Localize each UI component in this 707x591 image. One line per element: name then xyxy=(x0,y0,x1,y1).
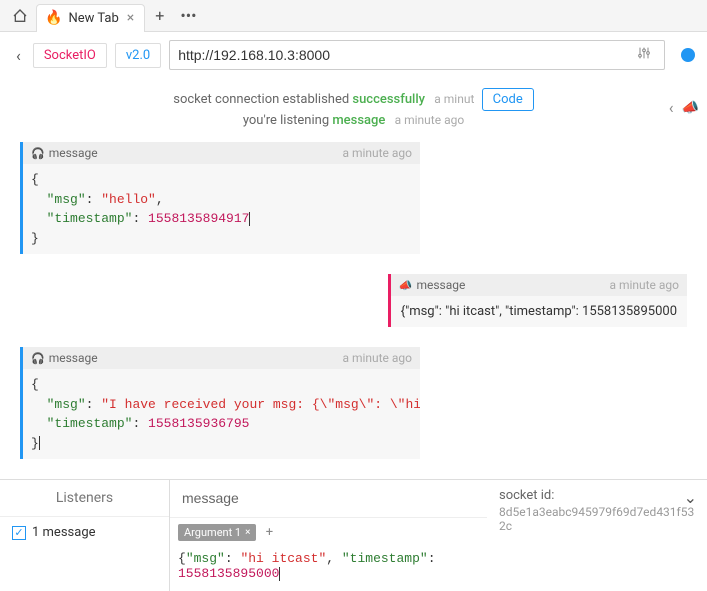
socket-id-value: 8d5e1a3eabc945979f69d7ed431f532c xyxy=(499,505,695,533)
message-label: message xyxy=(416,278,465,292)
message-time: a minute ago xyxy=(342,351,412,365)
protocol-chip[interactable]: SocketIO xyxy=(33,43,107,68)
argument-tab[interactable]: Argument 1 × xyxy=(178,524,256,541)
message-sent: 📣 message a minute ago {"msg": "hi itcas… xyxy=(20,274,687,327)
megaphone-icon: 📣 xyxy=(399,279,413,292)
message-header: 🎧 message a minute ago xyxy=(23,347,420,369)
message-received: 🎧 message a minute ago { "msg": "I have … xyxy=(20,347,687,459)
status-line-connected: socket connection established successful… xyxy=(0,88,707,111)
message-body[interactable]: { "msg": "I have received your msg: {\"m… xyxy=(23,369,420,459)
close-icon[interactable]: × xyxy=(245,527,250,538)
listener-item[interactable]: ✓ 1 message xyxy=(0,517,169,548)
connection-status-dot[interactable] xyxy=(681,48,695,62)
new-tab-button[interactable]: + xyxy=(149,6,170,25)
settings-icon[interactable] xyxy=(632,45,656,65)
status-right-controls: ‹ 📣 xyxy=(669,98,699,117)
status-text: you're listening xyxy=(243,113,333,128)
home-button[interactable] xyxy=(8,4,32,28)
code-button[interactable]: Code xyxy=(482,88,534,111)
chevron-down-icon[interactable]: ⌄ xyxy=(684,488,697,507)
message-header: 📣 message a minute ago xyxy=(391,274,687,296)
checkbox-checked-icon[interactable]: ✓ xyxy=(12,526,26,540)
argument-body[interactable]: {"msg": "hi itcast", "timestamp": 155813… xyxy=(170,547,487,591)
app-toolbar: ‹ SocketIO v2.0 xyxy=(0,32,707,78)
listener-label: 1 message xyxy=(32,525,96,540)
url-input[interactable] xyxy=(178,47,632,63)
status-success: successfully xyxy=(352,92,425,107)
url-bar xyxy=(169,40,665,70)
listeners-column: Listeners ✓ 1 message xyxy=(0,480,170,591)
status-event: message xyxy=(332,113,385,128)
close-icon[interactable]: × xyxy=(125,10,136,26)
fire-icon: 🔥 xyxy=(45,10,62,26)
message-label: message xyxy=(49,351,98,365)
message-list: 🎧 message a minute ago { "msg": "hello",… xyxy=(0,142,707,459)
headphone-icon: 🎧 xyxy=(31,147,45,160)
status-time: a minute ago xyxy=(395,113,465,127)
status-time: a minut xyxy=(434,92,474,106)
browser-tab[interactable]: 🔥 New Tab × xyxy=(36,4,145,32)
message-body[interactable]: { "msg": "hello", "timestamp": 155813589… xyxy=(23,164,420,254)
event-name-input[interactable] xyxy=(182,490,475,506)
status-text: socket connection established xyxy=(173,92,352,107)
megaphone-icon[interactable]: 📣 xyxy=(682,100,699,116)
status-line-listening: you're listening message a minute ago xyxy=(0,113,707,128)
socket-info: socket id: 8d5e1a3eabc945979f69d7ed431f5… xyxy=(487,480,707,591)
listeners-title: Listeners xyxy=(0,480,169,517)
message-time: a minute ago xyxy=(342,146,412,160)
chevron-left-icon[interactable]: ‹ xyxy=(669,98,674,117)
socket-id-label: socket id: xyxy=(499,488,695,503)
status-area: socket connection established successful… xyxy=(0,78,707,142)
back-button[interactable]: ‹ xyxy=(12,46,25,65)
message-header: 🎧 message a minute ago xyxy=(23,142,420,164)
bottom-panel: Listeners ✓ 1 message Argument 1 × + {"m… xyxy=(0,479,707,591)
argument-tabs: Argument 1 × + xyxy=(170,518,487,547)
more-button[interactable]: ••• xyxy=(174,6,202,25)
tab-title: New Tab xyxy=(68,11,118,26)
browser-tab-bar: 🔥 New Tab × + ••• xyxy=(0,0,707,32)
add-argument-button[interactable]: + xyxy=(266,525,273,540)
message-label: message xyxy=(49,146,98,160)
message-received: 🎧 message a minute ago { "msg": "hello",… xyxy=(20,142,687,254)
argument-tab-label: Argument 1 xyxy=(184,526,241,539)
version-chip[interactable]: v2.0 xyxy=(115,43,161,68)
headphone-icon: 🎧 xyxy=(31,352,45,365)
message-time: a minute ago xyxy=(609,278,679,292)
message-body[interactable]: {"msg": "hi itcast", "timestamp": 155813… xyxy=(391,296,687,327)
emit-column: Argument 1 × + {"msg": "hi itcast", "tim… xyxy=(170,480,487,591)
